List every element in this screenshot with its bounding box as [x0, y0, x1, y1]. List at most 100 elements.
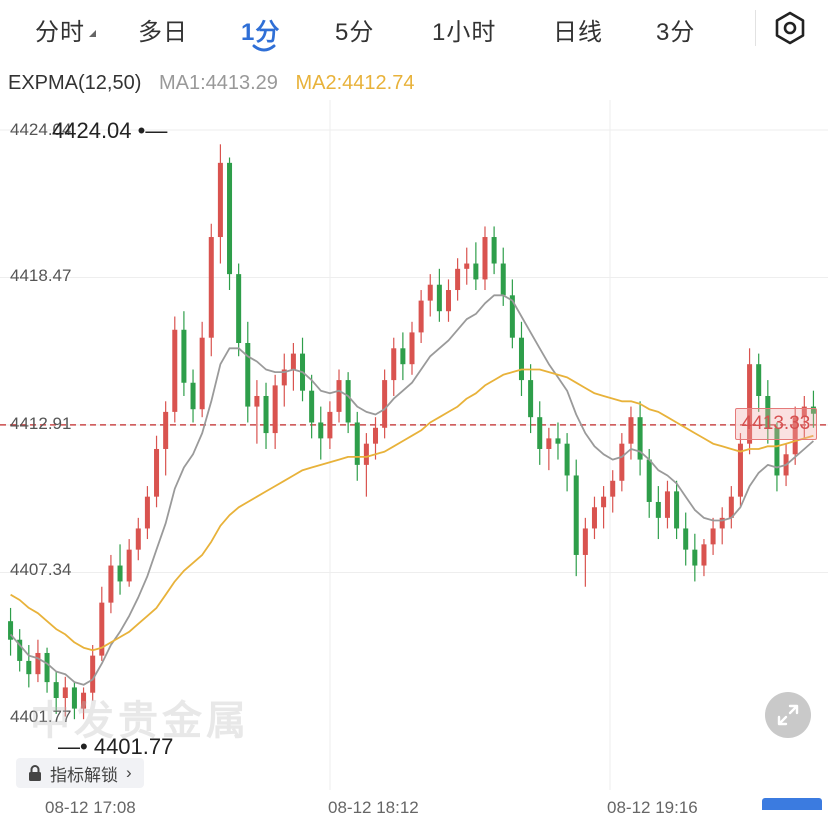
candle-body — [227, 162, 233, 275]
candle-body — [400, 348, 406, 365]
candle-body — [135, 528, 141, 550]
candle-body — [199, 337, 205, 410]
candle-body — [692, 549, 698, 566]
ma2-value: MA2:4412.74 — [295, 72, 415, 94]
candle-body — [664, 491, 670, 518]
candle-body — [44, 652, 50, 683]
unlock-label: 指标解锁 — [50, 765, 118, 785]
candle-body — [117, 565, 123, 582]
candle-body — [655, 501, 661, 518]
candle-body — [445, 290, 452, 312]
candle-body — [254, 395, 260, 407]
candle-body — [628, 417, 634, 444]
candle-body — [573, 475, 579, 555]
y-tick-label: 4412.91 — [10, 414, 72, 433]
x-tick-label: 08-12 18:12 — [328, 798, 419, 817]
candle-body — [546, 438, 552, 449]
candle-body — [382, 380, 388, 428]
candle-body — [528, 380, 534, 418]
candle-body — [144, 496, 150, 529]
candle-body — [309, 390, 315, 423]
candle-body — [436, 284, 442, 312]
ma1-value: MA1:4413.29 — [158, 72, 278, 94]
candles-layer — [8, 144, 816, 720]
candle-body — [710, 528, 716, 545]
candle-body — [354, 422, 360, 465]
candle-body — [245, 343, 251, 407]
candle-body — [163, 411, 169, 449]
candle-body — [674, 491, 680, 529]
indicator-name[interactable]: EXPMA(12,50) — [8, 72, 141, 94]
candle-body — [236, 274, 242, 344]
candle-body — [26, 660, 32, 675]
candle-body — [154, 448, 160, 497]
chevron-right-icon: › — [126, 763, 132, 782]
watermark-logo: 中发贵金属 — [30, 699, 250, 743]
tab-1min[interactable]: 1分 — [241, 12, 280, 47]
candle-body — [701, 544, 707, 566]
y-tick-label: 4407.34 — [10, 560, 72, 579]
countdown-badge — [762, 798, 822, 810]
candle-body — [491, 237, 497, 264]
tab-multi-day[interactable]: 多日 — [138, 12, 188, 47]
candle-body — [409, 332, 415, 365]
current-price-tag: 4413.33 — [735, 408, 817, 440]
candle-body — [318, 422, 324, 439]
candle-body — [610, 480, 616, 497]
candle-body — [518, 337, 524, 381]
chart-grid — [0, 100, 828, 790]
tab-5min[interactable]: 5分 — [335, 12, 374, 47]
indicator-legend: EXPMA(12,50) MA1:4413.29 MA2:4412.74 — [8, 72, 426, 95]
candle-body — [290, 353, 296, 370]
candle-body — [363, 443, 369, 465]
candle-body — [564, 443, 570, 476]
expand-button[interactable] — [765, 692, 811, 738]
candle-body — [372, 427, 379, 444]
candle-body — [126, 549, 132, 582]
max-price-value: 4424.04 — [52, 118, 132, 143]
candle-body — [190, 382, 196, 410]
unlock-indicator-button[interactable]: 指标解锁 › — [16, 758, 144, 788]
candle-body — [336, 380, 342, 412]
candle-body — [473, 263, 479, 280]
settings-icon[interactable] — [772, 10, 808, 46]
lock-icon — [29, 765, 41, 781]
candle-body — [35, 652, 41, 675]
timeframe-tabbar: 分时 多日 1分 5分 1小时 日线 3分 — [0, 0, 828, 58]
candle-body — [619, 443, 625, 481]
candle-body — [756, 364, 762, 396]
candle-body — [181, 329, 187, 383]
candlestick-chart[interactable] — [0, 100, 828, 790]
candle-body — [345, 380, 351, 423]
tab-divider — [755, 10, 756, 46]
candle-body — [591, 507, 597, 529]
active-tab-indicator-icon — [252, 44, 276, 52]
candle-body — [172, 329, 178, 412]
candle-body — [455, 268, 461, 291]
y-tick-label: 4418.47 — [10, 266, 72, 285]
tab-time-sharing[interactable]: 分时 — [35, 12, 85, 47]
candle-body — [108, 565, 114, 603]
candle-body — [537, 417, 543, 449]
tab-daily[interactable]: 日线 — [553, 12, 603, 47]
candle-body — [482, 237, 488, 280]
candle-body — [418, 300, 424, 333]
candle-body — [391, 348, 397, 381]
expand-arrows-icon — [777, 704, 799, 726]
x-tick-label: 08-12 19:16 — [607, 798, 698, 817]
tab-1hour[interactable]: 1小时 — [432, 12, 496, 47]
tab-3min[interactable]: 3分 — [656, 12, 695, 47]
candle-body — [464, 263, 470, 269]
caret-down-icon — [89, 30, 96, 37]
candle-body — [646, 459, 652, 502]
max-price-marker: 4424.04 •— — [52, 118, 168, 143]
candle-body — [427, 284, 433, 301]
candle-body — [208, 237, 214, 338]
candle-body — [683, 528, 689, 550]
candle-body — [217, 162, 223, 238]
candle-body — [555, 438, 561, 444]
series-line-ma2 — [10, 368, 814, 652]
candle-body — [263, 395, 269, 434]
candle-body — [582, 528, 588, 555]
x-tick-label: 08-12 17:08 — [45, 798, 136, 817]
